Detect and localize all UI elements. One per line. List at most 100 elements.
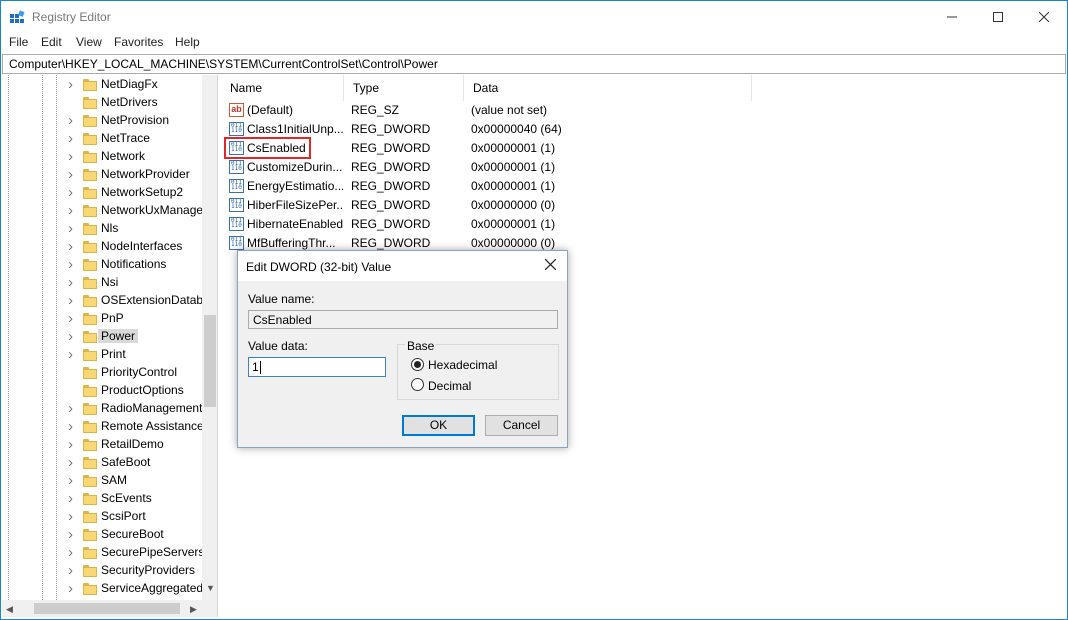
tree-item[interactable]: › Nsi bbox=[2, 274, 202, 292]
list-item[interactable]: 011 110 CustomizeDurin... REG_DWORD 0x000000… bbox=[221, 158, 781, 177]
chevron-right-icon[interactable]: › bbox=[68, 419, 78, 434]
value-name-field[interactable]: CsEnabled bbox=[248, 310, 558, 329]
tree-item[interactable]: ProductOptions bbox=[2, 382, 202, 400]
chevron-right-icon[interactable]: › bbox=[68, 527, 78, 542]
chevron-right-icon[interactable]: › bbox=[68, 545, 78, 560]
tree-horizontal-scroll-thumb[interactable] bbox=[34, 603, 180, 614]
chevron-right-icon[interactable]: › bbox=[68, 257, 78, 272]
ok-button[interactable]: OK bbox=[402, 415, 475, 436]
folder-icon bbox=[83, 169, 97, 181]
key-tree-pane[interactable]: › NetDiagFx NetDrivers › NetProvision › NetTra… bbox=[2, 75, 218, 617]
tree-item[interactable]: › RetailDemo bbox=[2, 436, 202, 454]
tree-item[interactable]: › Remote Assistance bbox=[2, 418, 204, 436]
chevron-right-icon[interactable]: › bbox=[68, 329, 78, 344]
tree-item[interactable]: › Print bbox=[2, 346, 202, 364]
tree-item[interactable]: › Nls bbox=[2, 220, 202, 238]
tree-item[interactable]: › Network bbox=[2, 148, 202, 166]
column-header-name[interactable]: Name bbox=[221, 75, 344, 101]
chevron-right-icon[interactable]: › bbox=[68, 437, 78, 452]
scroll-down-arrow-icon[interactable]: ▼ bbox=[206, 583, 215, 593]
chevron-right-icon[interactable]: › bbox=[68, 509, 78, 524]
list-item[interactable]: ab (Default) REG_SZ (value not set) bbox=[221, 101, 781, 120]
tree-item[interactable]: › ScsiPort bbox=[2, 508, 202, 526]
chevron-right-icon[interactable]: › bbox=[68, 167, 78, 182]
tree-item[interactable]: › SAM bbox=[2, 472, 202, 490]
tree-item[interactable]: › NetTrace bbox=[2, 130, 202, 148]
tree-item[interactable]: NetDrivers bbox=[2, 94, 202, 112]
cancel-button[interactable]: Cancel bbox=[485, 415, 558, 436]
hexadecimal-radio[interactable] bbox=[411, 358, 424, 371]
column-header-data[interactable]: Data bbox=[464, 75, 752, 101]
menu-favorites[interactable]: Favorites bbox=[114, 35, 163, 49]
chevron-right-icon[interactable]: › bbox=[68, 221, 78, 236]
chevron-right-icon[interactable]: › bbox=[68, 149, 78, 164]
close-button[interactable] bbox=[1021, 1, 1067, 32]
tree-item-label: Nsi bbox=[101, 275, 119, 289]
chevron-right-icon[interactable]: › bbox=[68, 239, 78, 254]
tree-item[interactable]: › NetworkUxManage bbox=[2, 202, 203, 220]
tree-item[interactable]: › PnP bbox=[2, 310, 202, 328]
list-item[interactable]: 011 110 HibernateEnabled REG_DWORD 0x0000000… bbox=[221, 215, 781, 234]
menu-edit[interactable]: Edit bbox=[41, 35, 62, 49]
tree-item[interactable]: › SecurityProviders bbox=[2, 562, 202, 580]
chevron-right-icon[interactable]: › bbox=[68, 131, 78, 146]
value-name: HibernateEnabled bbox=[247, 217, 343, 231]
value-data-input[interactable]: 1 bbox=[248, 357, 386, 377]
chevron-right-icon[interactable]: › bbox=[68, 563, 78, 578]
chevron-right-icon[interactable]: › bbox=[68, 293, 78, 308]
tree-item-label: NetProvision bbox=[101, 113, 170, 127]
tree-item[interactable]: › Power bbox=[2, 328, 202, 346]
hexadecimal-label[interactable]: Hexadecimal bbox=[428, 358, 497, 372]
menu-view[interactable]: View bbox=[76, 35, 102, 49]
tree-item[interactable]: › OSExtensionDataba bbox=[2, 292, 210, 310]
list-item[interactable]: 011 110 HiberFileSizePer... REG_DWORD 0x0000… bbox=[221, 196, 781, 215]
tree-item-label: ProductOptions bbox=[101, 383, 184, 397]
chevron-right-icon[interactable]: › bbox=[68, 455, 78, 470]
tree-item[interactable]: › ServiceAggregated bbox=[2, 580, 203, 598]
tree-item[interactable]: › NodeInterfaces bbox=[2, 238, 202, 256]
chevron-right-icon[interactable]: › bbox=[68, 491, 78, 506]
chevron-right-icon[interactable]: › bbox=[68, 275, 78, 290]
chevron-right-icon[interactable]: › bbox=[68, 347, 78, 362]
menu-file[interactable]: File bbox=[9, 35, 28, 49]
tree-item[interactable]: › NetProvision bbox=[2, 112, 202, 130]
tree-item-label: Print bbox=[101, 347, 126, 361]
scroll-left-arrow-icon[interactable]: ◀ bbox=[6, 604, 13, 615]
scroll-right-arrow-icon[interactable]: ▶ bbox=[190, 604, 197, 615]
tree-item[interactable]: › NetworkProvider bbox=[2, 166, 202, 184]
tree-item[interactable]: › RadioManagement bbox=[2, 400, 202, 418]
tree-item[interactable]: › SecurePipeServers bbox=[2, 544, 204, 562]
tree-item[interactable]: › SecureBoot bbox=[2, 526, 202, 544]
tree-item[interactable]: › NetworkSetup2 bbox=[2, 184, 202, 202]
tree-item[interactable]: › ScEvents bbox=[2, 490, 202, 508]
maximize-button[interactable] bbox=[975, 1, 1021, 32]
chevron-right-icon[interactable]: › bbox=[68, 77, 78, 92]
tree-item[interactable]: PriorityControl bbox=[2, 364, 202, 382]
value-type: REG_SZ bbox=[351, 103, 400, 117]
chevron-right-icon[interactable]: › bbox=[68, 401, 78, 416]
folder-icon bbox=[83, 115, 97, 127]
value-type: REG_DWORD bbox=[351, 179, 431, 193]
value-name: MfBufferingThr... bbox=[247, 236, 336, 250]
chevron-right-icon[interactable]: › bbox=[68, 185, 78, 200]
decimal-radio[interactable] bbox=[411, 378, 424, 391]
folder-icon bbox=[83, 277, 97, 289]
chevron-right-icon[interactable]: › bbox=[68, 473, 78, 488]
list-item[interactable]: 011 110 EnergyEstimatio... REG_DWORD 0x00000… bbox=[221, 177, 781, 196]
decimal-label[interactable]: Decimal bbox=[428, 379, 471, 393]
dialog-close-button[interactable] bbox=[538, 255, 562, 277]
column-header-type[interactable]: Type bbox=[344, 75, 464, 101]
tree-item[interactable]: › SafeBoot bbox=[2, 454, 202, 472]
menu-help[interactable]: Help bbox=[175, 35, 200, 49]
folder-icon bbox=[83, 205, 97, 217]
tree-vertical-scroll-thumb[interactable] bbox=[204, 315, 216, 407]
chevron-right-icon[interactable]: › bbox=[68, 203, 78, 218]
chevron-right-icon[interactable]: › bbox=[68, 113, 78, 128]
tree-item[interactable]: › NetDiagFx bbox=[2, 76, 202, 94]
chevron-right-icon[interactable]: › bbox=[68, 311, 78, 326]
address-bar[interactable]: Computer\HKEY_LOCAL_MACHINE\SYSTEM\Curre… bbox=[2, 54, 1066, 74]
chevron-right-icon[interactable]: › bbox=[68, 581, 78, 596]
tree-item[interactable]: › Notifications bbox=[2, 256, 202, 274]
folder-icon bbox=[83, 223, 97, 235]
minimize-button[interactable] bbox=[929, 1, 975, 32]
